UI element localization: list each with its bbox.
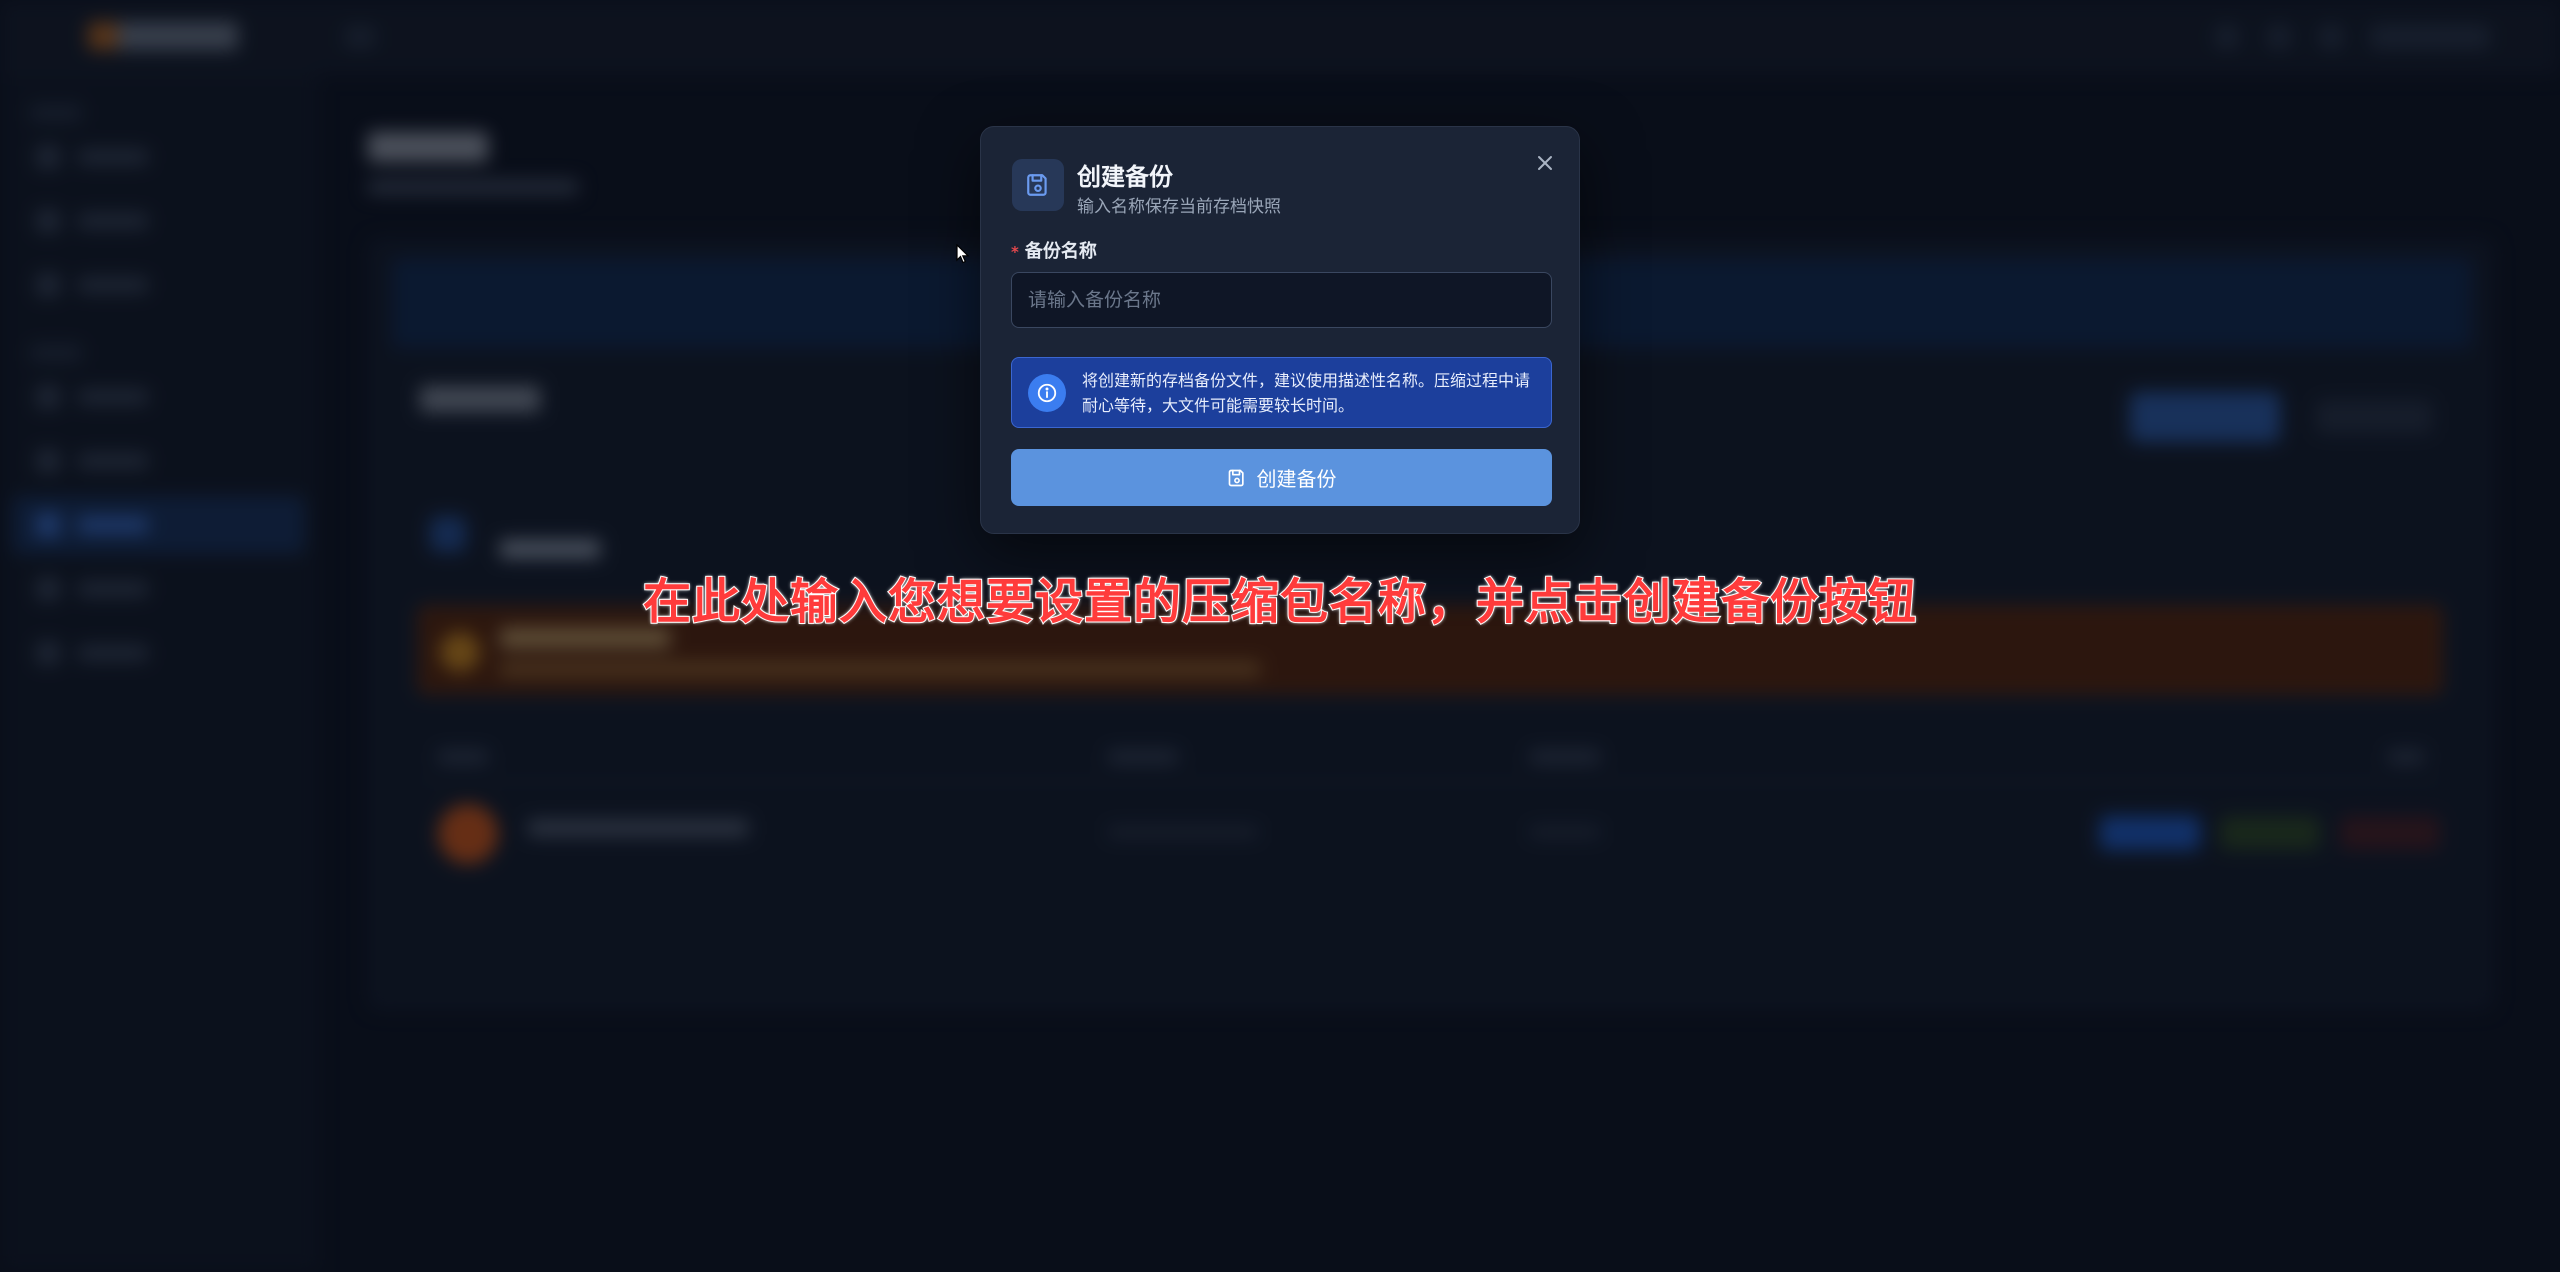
create-backup-button[interactable]: 创建备份 bbox=[1011, 449, 1552, 506]
save-icon bbox=[1012, 159, 1064, 211]
dialog-title: 创建备份 bbox=[1077, 163, 1173, 191]
save-icon bbox=[1227, 468, 1247, 488]
dialog-subtitle: 输入名称保存当前存档快照 bbox=[1077, 197, 1281, 217]
info-alert: 将创建新的存档备份文件，建议使用描述性名称。压缩过程中请耐心等待，大文件可能需要… bbox=[1011, 357, 1552, 428]
backup-name-label: * 备份名称 bbox=[1011, 237, 1097, 263]
create-backup-dialog: 创建备份 输入名称保存当前存档快照 * 备份名称 将创建新的存档备份文件，建议使用… bbox=[980, 126, 1580, 534]
create-backup-button-label: 创建备份 bbox=[1256, 467, 1337, 491]
info-icon bbox=[1028, 374, 1066, 412]
backup-name-input[interactable] bbox=[1011, 272, 1552, 328]
backup-name-label-text: 备份名称 bbox=[1024, 241, 1097, 262]
tutorial-caption: 在此处输入您想要设置的压缩包名称，并点击创建备份按钮 bbox=[642, 573, 1917, 631]
close-icon[interactable] bbox=[1529, 147, 1561, 179]
mouse-cursor-icon bbox=[956, 243, 970, 268]
info-alert-text: 将创建新的存档备份文件，建议使用描述性名称。压缩过程中请耐心等待，大文件可能需要… bbox=[1082, 371, 1531, 415]
required-mark: * bbox=[1011, 243, 1019, 261]
